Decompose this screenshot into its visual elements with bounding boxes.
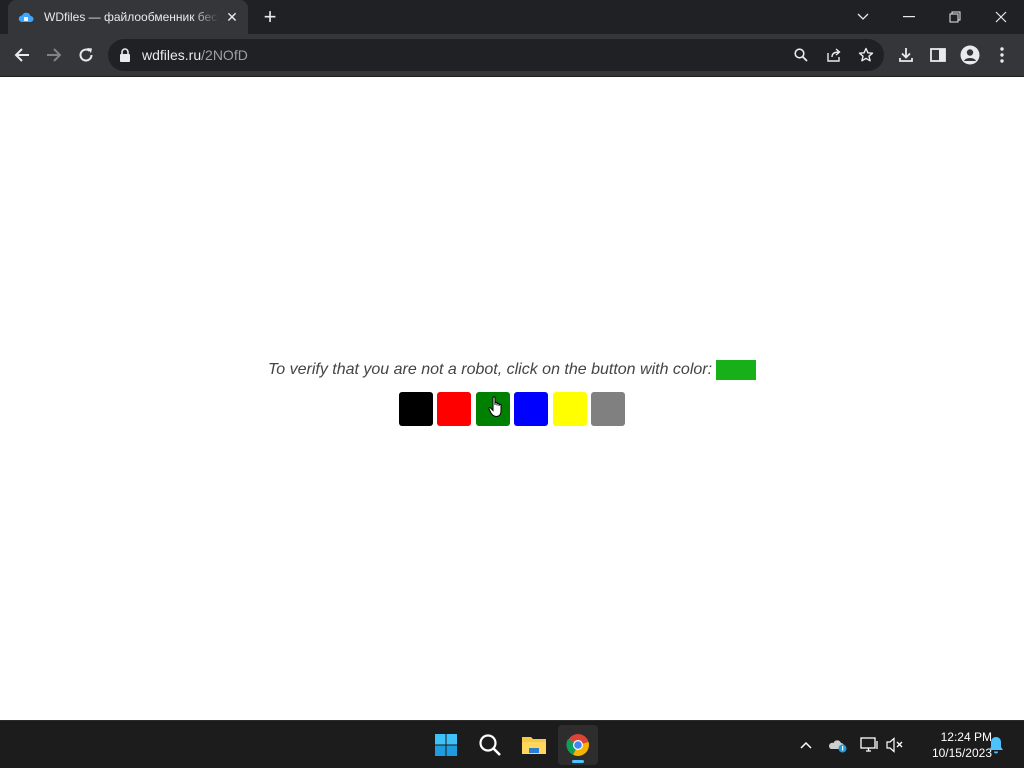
onedrive-icon bbox=[829, 740, 847, 753]
color-button-red[interactable] bbox=[437, 392, 472, 426]
onedrive-button[interactable] bbox=[828, 735, 848, 755]
side-panel-icon bbox=[930, 48, 946, 62]
forward-button[interactable] bbox=[40, 41, 68, 69]
minimize-icon bbox=[903, 16, 915, 18]
star-icon[interactable] bbox=[856, 45, 876, 65]
taskbar: 12:24 PM 10/15/2023 bbox=[0, 720, 1024, 768]
chevron-up-icon bbox=[800, 741, 812, 749]
page-content: To verify that you are not a robot, clic… bbox=[0, 77, 1024, 720]
minimize-button[interactable] bbox=[886, 0, 932, 34]
url-path: /2NOfD bbox=[201, 47, 248, 63]
lock-icon[interactable] bbox=[118, 47, 134, 63]
captcha-instruction: To verify that you are not a robot, clic… bbox=[267, 361, 713, 378]
captcha-instruction-row: To verify that you are not a robot, clic… bbox=[0, 360, 1024, 380]
color-button-gray[interactable] bbox=[591, 392, 626, 426]
reload-button[interactable] bbox=[72, 41, 100, 69]
close-window-button[interactable] bbox=[978, 0, 1024, 34]
search-icon bbox=[479, 734, 501, 756]
windows-start-icon bbox=[435, 734, 457, 756]
restore-button[interactable] bbox=[932, 0, 978, 34]
url-text[interactable]: wdfiles.ru/2NOfD bbox=[142, 47, 248, 63]
target-color-swatch bbox=[716, 360, 757, 380]
color-button-yellow[interactable] bbox=[552, 392, 587, 426]
system-clock[interactable]: 12:24 PM 10/15/2023 bbox=[912, 729, 992, 761]
download-button[interactable] bbox=[892, 41, 920, 69]
arrow-right-icon bbox=[47, 48, 62, 62]
share-icon[interactable] bbox=[824, 45, 844, 65]
notification-bell-icon bbox=[989, 737, 1003, 754]
browser-tab[interactable]: WDfiles — файлообменник бесплатно ✕ bbox=[8, 0, 248, 34]
hand-cursor-icon bbox=[488, 396, 502, 418]
cloud-favicon-icon bbox=[18, 9, 34, 25]
side-panel-button[interactable] bbox=[924, 41, 952, 69]
notifications-button[interactable] bbox=[986, 735, 1006, 755]
arrow-left-icon bbox=[14, 48, 29, 62]
clock-time: 12:24 PM bbox=[940, 730, 992, 744]
back-button[interactable] bbox=[8, 41, 36, 69]
tab-strip: WDfiles — файлообменник бесплатно ✕ + bbox=[0, 0, 1024, 34]
restore-icon bbox=[949, 11, 961, 23]
menu-button[interactable] bbox=[988, 41, 1016, 69]
search-icon[interactable] bbox=[791, 45, 811, 65]
tab-close-icon[interactable]: ✕ bbox=[224, 9, 240, 25]
network-icon bbox=[860, 737, 878, 752]
chrome-icon bbox=[566, 734, 589, 756]
file-explorer-button[interactable] bbox=[514, 725, 554, 765]
new-tab-button[interactable]: + bbox=[260, 6, 280, 28]
profile-button[interactable] bbox=[956, 41, 984, 69]
reload-icon bbox=[79, 48, 93, 62]
volume-button[interactable] bbox=[886, 735, 906, 755]
browser-toolbar: wdfiles.ru/2NOfD bbox=[0, 34, 1024, 77]
color-button-group bbox=[0, 392, 1024, 426]
tab-search-button[interactable] bbox=[840, 0, 886, 34]
show-hidden-icons-button[interactable] bbox=[796, 735, 816, 755]
download-icon bbox=[899, 48, 913, 62]
kebab-menu-icon bbox=[1000, 47, 1004, 63]
file-explorer-icon bbox=[522, 737, 546, 754]
active-app-indicator bbox=[572, 760, 584, 763]
clock-date: 10/15/2023 bbox=[931, 746, 992, 760]
chrome-taskbar-button[interactable] bbox=[558, 725, 598, 765]
volume-muted-icon bbox=[886, 737, 903, 753]
start-button[interactable] bbox=[426, 725, 466, 765]
profile-icon bbox=[960, 45, 980, 65]
taskbar-search-button[interactable] bbox=[470, 725, 510, 765]
url-host: wdfiles.ru bbox=[142, 47, 202, 63]
address-bar[interactable]: wdfiles.ru/2NOfD bbox=[108, 39, 884, 71]
tab-title: WDfiles — файлообменник бесплатно bbox=[44, 10, 219, 24]
close-icon bbox=[995, 11, 1007, 23]
chevron-down-icon bbox=[857, 13, 869, 20]
color-button-blue[interactable] bbox=[514, 392, 549, 426]
network-button[interactable] bbox=[860, 735, 880, 755]
color-button-black[interactable] bbox=[398, 392, 433, 426]
